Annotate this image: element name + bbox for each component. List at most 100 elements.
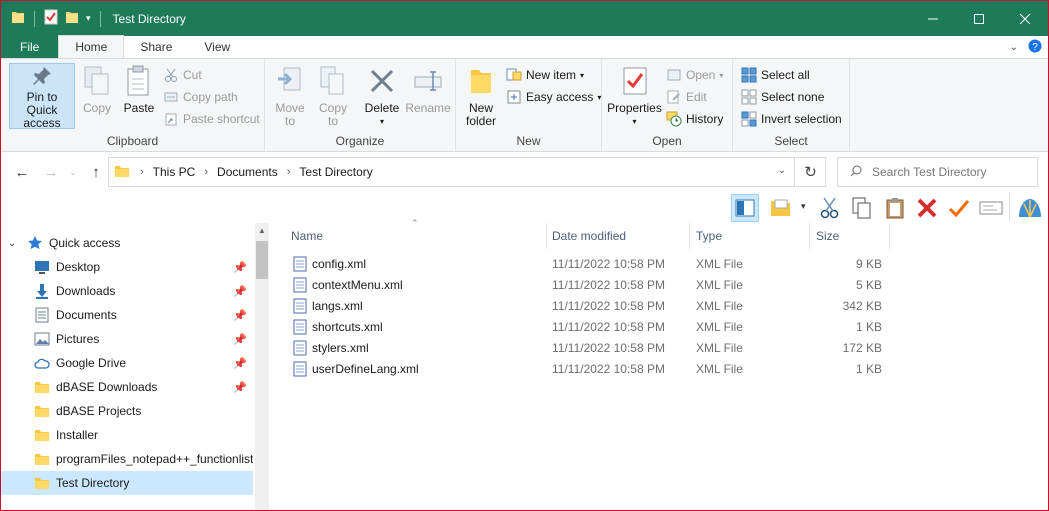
folder-options-dropdown-icon[interactable]: ▾ <box>801 201 806 212</box>
address-dropdown-icon[interactable]: ⌄ <box>778 165 786 176</box>
file-name: stylers.xml <box>312 341 369 355</box>
sidebar-item-pictures[interactable]: Pictures 📌 <box>1 327 253 351</box>
tab-view[interactable]: View <box>188 36 246 58</box>
file-size: 342 KB <box>842 299 882 313</box>
sidebar-item-downloads[interactable]: Downloads 📌 <box>1 279 253 303</box>
easy-access-button[interactable]: Easy access ▾ <box>506 87 601 107</box>
sidebar-item-desktop[interactable]: Desktop 📌 <box>1 255 253 279</box>
properties-button[interactable]: Properties ▾ <box>607 63 662 128</box>
pin-icon[interactable]: 📌 <box>233 261 247 274</box>
new-folder-icon[interactable] <box>65 9 79 28</box>
address-bar[interactable]: › This PC › Documents › Test Directory ⌄ <box>108 157 795 187</box>
sidebar-item-test-directory[interactable]: Test Directory <box>1 471 253 495</box>
invert-selection-button[interactable]: Invert selection <box>741 109 842 129</box>
chevron-down-icon[interactable]: ⌄ <box>8 238 22 249</box>
search-input[interactable]: Search Test Directory <box>837 157 1038 187</box>
tree-item-quick-access[interactable]: ⌄ Quick access <box>1 231 253 255</box>
breadcrumb-separator-icon[interactable]: › <box>140 166 144 178</box>
open-group-label: Open <box>652 134 682 148</box>
breadcrumb-documents[interactable]: Documents <box>217 165 278 179</box>
easy-access-dropdown-icon: ▾ <box>597 92 602 102</box>
tab-share[interactable]: Share <box>124 36 188 58</box>
tab-home[interactable]: Home <box>58 35 125 58</box>
breadcrumb-separator-icon[interactable]: › <box>287 166 291 178</box>
pictures-icon <box>34 331 50 347</box>
breadcrumb-test-directory[interactable]: Test Directory <box>299 165 372 179</box>
sidebar-item-programfiles-notepad[interactable]: programFiles_notepad++_functionlist <box>1 447 253 471</box>
rename-button[interactable]: Rename <box>405 63 451 115</box>
table-row[interactable]: userDefineLang.xml 11/11/2022 10:58 PM X… <box>286 359 886 380</box>
pin-icon[interactable]: 📌 <box>233 333 247 346</box>
paste-shortcut-label: Paste shortcut <box>183 112 260 126</box>
delete-dropdown-icon[interactable]: ▾ <box>380 115 384 128</box>
open-button[interactable]: Open ▾ <box>666 65 723 85</box>
close-button[interactable] <box>1002 1 1048 36</box>
sidebar-item-dbase-projects[interactable]: dBASE Projects <box>1 399 253 423</box>
cut-button[interactable]: Cut <box>163 65 202 85</box>
preview-pane-button[interactable] <box>731 194 759 222</box>
up-button[interactable]: ↑ <box>86 162 106 182</box>
properties-icon[interactable] <box>44 9 58 28</box>
paste-button[interactable]: Paste <box>122 63 156 115</box>
check-toolbar-button[interactable] <box>945 194 973 222</box>
recent-locations-button[interactable]: ⌄ <box>63 162 83 182</box>
new-item-button[interactable]: New item ▾ <box>506 65 584 85</box>
help-icon[interactable]: ? <box>1028 39 1042 56</box>
breadcrumb-separator-icon[interactable]: › <box>204 166 208 178</box>
pin-icon[interactable]: 📌 <box>233 357 247 370</box>
history-button[interactable]: History <box>666 109 723 129</box>
pin-icon[interactable]: 📌 <box>233 309 247 322</box>
up-arrow-icon: ↑ <box>92 163 100 181</box>
scrollbar-thumb[interactable] <box>256 241 268 279</box>
sidebar-item-dbase-downloads[interactable]: dBASE Downloads 📌 <box>1 375 253 399</box>
delete-button[interactable]: Delete ▾ <box>363 63 401 128</box>
copy-toolbar-button[interactable] <box>848 194 876 222</box>
copy-path-button[interactable]: Copy path <box>163 87 238 107</box>
table-row[interactable]: shortcuts.xml 11/11/2022 10:58 PM XML Fi… <box>286 317 886 338</box>
new-folder-button[interactable]: New folder <box>464 63 498 128</box>
select-none-button[interactable]: Select none <box>741 87 824 107</box>
edit-button[interactable]: Edit <box>666 87 707 107</box>
customize-qat-icon[interactable]: ▾ <box>86 13 91 24</box>
table-row[interactable]: langs.xml 11/11/2022 10:58 PM XML File 3… <box>286 296 886 317</box>
copy-button[interactable]: Copy <box>81 63 113 115</box>
column-header-type[interactable]: Type <box>690 223 810 249</box>
maximize-button[interactable] <box>956 1 1002 36</box>
expand-ribbon-icon[interactable]: ⌄ <box>1010 42 1018 53</box>
paste-shortcut-button[interactable]: Paste shortcut <box>163 109 260 129</box>
table-row[interactable]: config.xml 11/11/2022 10:58 PM XML File … <box>286 254 886 275</box>
column-header-name[interactable]: Name <box>285 223 547 249</box>
column-header-date-modified[interactable]: Date modified <box>546 223 690 249</box>
folder-options-button[interactable] <box>767 194 795 222</box>
table-row[interactable]: contextMenu.xml 11/11/2022 10:58 PM XML … <box>286 275 886 296</box>
refresh-button[interactable]: ↻ <box>796 157 826 187</box>
table-row[interactable]: stylers.xml 11/11/2022 10:58 PM XML File… <box>286 338 886 359</box>
search-placeholder: Search Test Directory <box>872 165 987 179</box>
sidebar-item-installer[interactable]: Installer <box>1 423 253 447</box>
select-all-button[interactable]: Select all <box>741 65 810 85</box>
paste-toolbar-button[interactable] <box>881 194 909 222</box>
pin-icon[interactable]: 📌 <box>233 381 247 394</box>
copy-to-icon <box>317 63 349 99</box>
scroll-up-icon[interactable]: ▲ <box>258 226 266 235</box>
rename-toolbar-button[interactable] <box>977 194 1005 222</box>
sidebar-item-documents[interactable]: Documents 📌 <box>1 303 253 327</box>
tab-file[interactable]: File <box>1 36 59 58</box>
pin-to-quick-access-button[interactable]: Pin to Quick access <box>9 63 75 130</box>
copy-to-button[interactable]: Copy to <box>316 63 350 128</box>
nav-pane-scrollbar[interactable]: ▲ <box>255 223 269 510</box>
column-header-size[interactable]: Size <box>810 223 890 249</box>
shell-toolbar-button[interactable] <box>1016 194 1044 222</box>
cloud-icon <box>34 355 50 371</box>
back-button[interactable]: ← <box>12 162 32 182</box>
cut-toolbar-button[interactable] <box>816 194 844 222</box>
sidebar-item-google-drive[interactable]: Google Drive 📌 <box>1 351 253 375</box>
breadcrumb-this-pc[interactable]: This PC <box>153 165 196 179</box>
minimize-button[interactable] <box>910 1 956 36</box>
move-to-button[interactable]: Move to <box>273 63 307 128</box>
properties-dropdown-icon[interactable]: ▾ <box>632 115 636 128</box>
pin-icon[interactable]: 📌 <box>233 285 247 298</box>
delete-toolbar-button[interactable] <box>913 194 941 222</box>
copy-to-label-2: to <box>327 114 338 128</box>
forward-button[interactable]: → <box>41 162 61 182</box>
